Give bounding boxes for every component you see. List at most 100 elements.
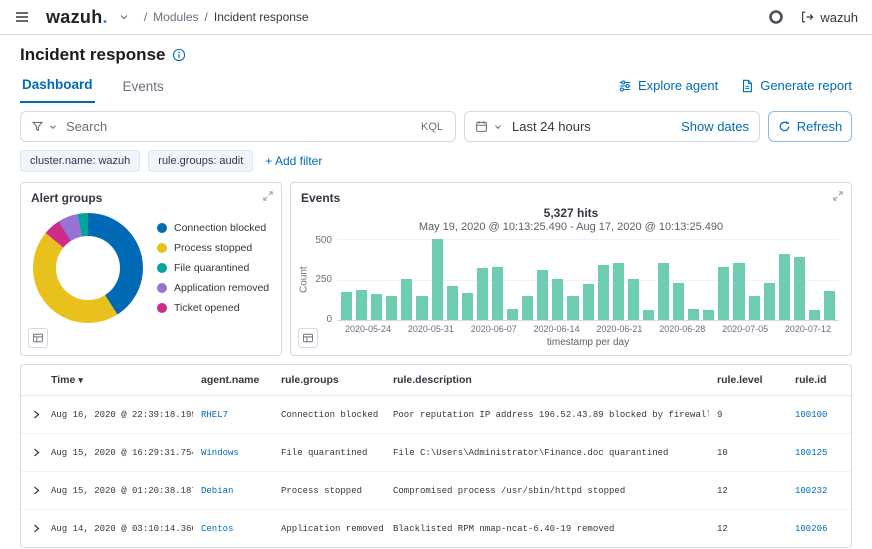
expand-panel-icon[interactable]: [832, 190, 844, 202]
inspect-table-icon[interactable]: [28, 328, 48, 348]
legend-item[interactable]: Application removed: [157, 282, 269, 294]
column-label: Time: [51, 374, 75, 386]
cell-time: Aug 15, 2020 @ 16:29:31.754: [43, 434, 193, 472]
row-expand-icon[interactable]: [21, 510, 43, 548]
cell-agent-name[interactable]: Debian: [193, 472, 273, 510]
calendar-chevron-icon[interactable]: [493, 122, 503, 132]
cell-rule-id[interactable]: 100125: [787, 434, 851, 472]
saved-query-chevron-icon[interactable]: [48, 122, 58, 132]
x-tick: 2020-05-24: [345, 324, 391, 334]
cell-agent-name[interactable]: RHEL7: [193, 396, 273, 434]
column-header-agent-name[interactable]: agent.name: [193, 365, 273, 396]
info-icon[interactable]: [172, 48, 186, 62]
header-expander: [21, 365, 43, 396]
legend-dot: [157, 243, 167, 253]
y-axis-label: Count: [297, 239, 311, 321]
bar: [688, 309, 699, 320]
bar: [477, 268, 488, 320]
bar: [537, 270, 548, 320]
search-input[interactable]: [66, 119, 415, 134]
wazuh-app-button[interactable]: wazuh: [800, 10, 858, 25]
menu-icon[interactable]: [14, 9, 30, 25]
cell-rule-level: 10: [709, 434, 787, 472]
bar: [809, 310, 820, 320]
alert-groups-donut[interactable]: [33, 213, 143, 323]
legend-label: Connection blocked: [174, 222, 266, 234]
legend-item[interactable]: Process stopped: [157, 242, 269, 254]
chart-legend: Connection blocked Process stopped File …: [157, 222, 269, 314]
x-axis-ticks: 2020-05-24 2020-05-31 2020-06-07 2020-06…: [337, 321, 839, 334]
generate-report-button[interactable]: Generate report: [740, 78, 852, 103]
tab-events[interactable]: Events: [121, 71, 166, 103]
tab-dashboard[interactable]: Dashboard: [20, 69, 95, 103]
row-expand-icon[interactable]: [21, 472, 43, 510]
bar: [628, 279, 639, 320]
cell-rule-description: Compromised process /usr/sbin/httpd stop…: [385, 472, 709, 510]
cell-agent-name[interactable]: Windows: [193, 434, 273, 472]
filter-pill-rule-groups[interactable]: rule.groups: audit: [148, 150, 253, 172]
show-dates-button[interactable]: Show dates: [681, 119, 749, 134]
column-header-rule-groups[interactable]: rule.groups: [273, 365, 385, 396]
bar: [492, 267, 503, 320]
row-expand-icon[interactable]: [21, 396, 43, 434]
column-header-rule-id[interactable]: rule.id: [787, 365, 851, 396]
saved-query-icon[interactable]: [31, 120, 44, 133]
query-bar: KQL Last 24 hours Show dates Refresh: [0, 103, 872, 142]
bar: [779, 254, 790, 320]
dashboard-panels: Alert groups Connection blocked Process …: [0, 180, 872, 356]
topbar-right: wazuh: [768, 9, 858, 25]
bar: [401, 279, 412, 320]
x-tick: 2020-07-12: [785, 324, 831, 334]
cell-rule-groups: Connection blocked: [273, 396, 385, 434]
filter-pill-cluster-name[interactable]: cluster.name: wazuh: [20, 150, 140, 172]
row-expand-icon[interactable]: [21, 434, 43, 472]
time-range-button[interactable]: Last 24 hours: [512, 119, 591, 134]
modules-menu-chevron-icon[interactable]: [118, 11, 130, 23]
cell-rule-id[interactable]: 100232: [787, 472, 851, 510]
table-row[interactable]: Aug 14, 2020 @ 03:10:14.366 Centos Appli…: [21, 510, 851, 548]
legend-item[interactable]: Connection blocked: [157, 222, 269, 234]
breadcrumb-modules[interactable]: Modules: [153, 10, 198, 24]
page-title: Incident response: [20, 45, 852, 65]
expand-panel-icon[interactable]: [262, 190, 274, 202]
explore-agent-label: Explore agent: [638, 78, 718, 93]
table-row[interactable]: Aug 15, 2020 @ 01:20:38.187 Debian Proce…: [21, 472, 851, 510]
legend-dot: [157, 223, 167, 233]
calendar-icon[interactable]: [475, 120, 488, 133]
column-header-rule-level[interactable]: rule.level: [709, 365, 787, 396]
y-tick: 250: [315, 274, 332, 285]
explore-agent-button[interactable]: Explore agent: [618, 78, 718, 103]
table-row[interactable]: Aug 15, 2020 @ 16:29:31.754 Windows File…: [21, 434, 851, 472]
column-header-rule-description[interactable]: rule.description: [385, 365, 709, 396]
table-row[interactable]: Aug 16, 2020 @ 22:39:18.199 RHEL7 Connec…: [21, 396, 851, 434]
inspect-table-icon[interactable]: [298, 328, 318, 348]
add-filter-button[interactable]: + Add filter: [265, 154, 322, 168]
bar: [673, 283, 684, 320]
wazuh-logo[interactable]: wazuh.: [46, 7, 108, 28]
date-picker: Last 24 hours Show dates: [464, 111, 760, 142]
bar: [718, 267, 729, 320]
bar: [583, 284, 594, 320]
query-language-button[interactable]: KQL: [419, 121, 445, 133]
x-axis-label: timestamp per day: [337, 337, 839, 348]
y-tick: 500: [315, 235, 332, 246]
refresh-icon: [778, 120, 791, 133]
exit-app-icon: [800, 10, 814, 24]
cell-agent-name[interactable]: Centos: [193, 510, 273, 548]
bar: [733, 263, 744, 320]
legend-label: Ticket opened: [174, 302, 240, 314]
bar-chart-plot[interactable]: [337, 239, 839, 321]
x-tick: 2020-06-28: [659, 324, 705, 334]
legend-item[interactable]: File quarantined: [157, 262, 269, 274]
cell-rule-id[interactable]: 100206: [787, 510, 851, 548]
bar: [658, 263, 669, 320]
health-ring-icon[interactable]: [768, 9, 784, 25]
bar: [371, 294, 382, 320]
events-panel: Events 5,327 hits May 19, 2020 @ 10:13:2…: [290, 182, 852, 356]
legend-item[interactable]: Ticket opened: [157, 302, 269, 314]
alert-groups-title: Alert groups: [21, 183, 281, 205]
cell-rule-id[interactable]: 100100: [787, 396, 851, 434]
column-header-time[interactable]: Time▾: [43, 365, 193, 396]
alert-groups-panel: Alert groups Connection blocked Process …: [20, 182, 282, 356]
refresh-button[interactable]: Refresh: [768, 111, 852, 142]
